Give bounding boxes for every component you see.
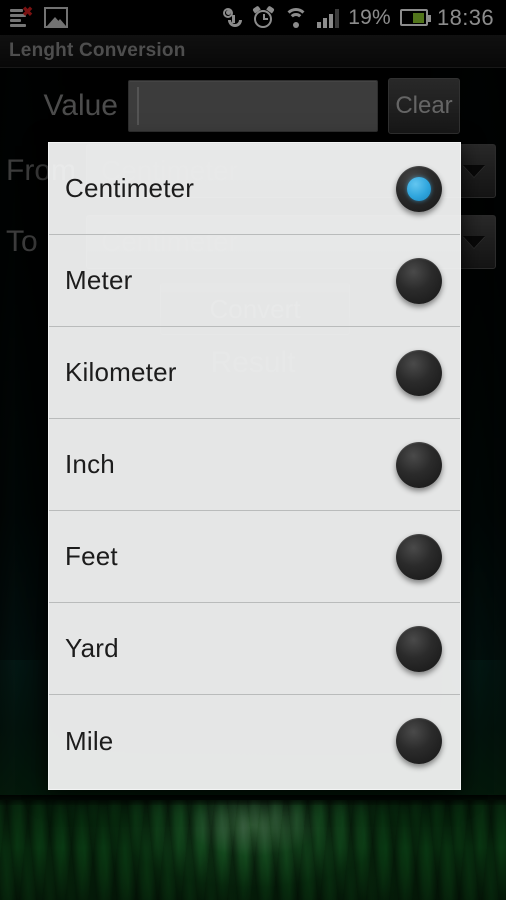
unit-select-dialog: Centimeter Meter Kilometer Inch Feet Yar…	[48, 142, 461, 790]
list-item[interactable]: Centimeter	[49, 143, 460, 235]
list-item-label: Kilometer	[65, 357, 177, 387]
radio-button-icon[interactable]	[396, 165, 442, 212]
radio-button-icon[interactable]	[396, 533, 442, 580]
list-item[interactable]: Yard	[49, 603, 460, 695]
radio-button-icon[interactable]	[396, 349, 442, 396]
list-item[interactable]: Inch	[49, 419, 460, 511]
radio-button-icon[interactable]	[396, 625, 442, 672]
list-item[interactable]: Kilometer	[49, 327, 460, 419]
radio-button-icon[interactable]	[396, 718, 442, 764]
list-item-label: Inch	[65, 449, 115, 479]
list-item-label: Mile	[65, 725, 114, 756]
list-item-label: Yard	[65, 633, 119, 663]
list-item[interactable]: Meter	[49, 235, 460, 327]
list-item-label: Meter	[65, 265, 133, 295]
radio-button-icon[interactable]	[396, 257, 442, 304]
list-item-label: Centimeter	[65, 173, 195, 203]
list-item[interactable]: Feet	[49, 511, 460, 603]
list-item-label: Feet	[65, 541, 118, 571]
list-item[interactable]: Mile	[49, 695, 460, 787]
radio-button-icon[interactable]	[396, 441, 442, 488]
